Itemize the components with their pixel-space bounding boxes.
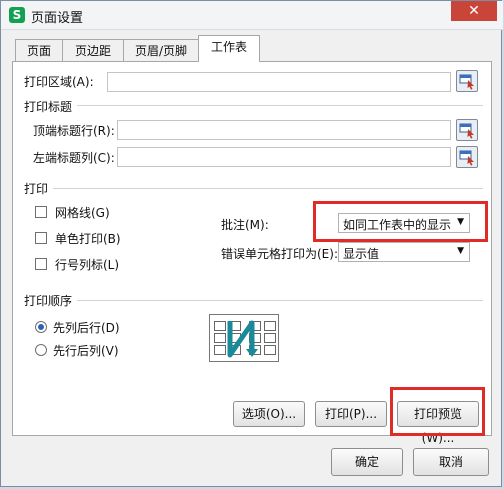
- page-order-divider: [77, 300, 483, 301]
- tab-page[interactable]: 页面: [15, 39, 63, 61]
- print-section-divider: [53, 188, 483, 189]
- ok-button[interactable]: 确定: [331, 448, 403, 476]
- sheet-tab-panel: 打印区域(A): 打印标题 顶端标题行(R): 左端标题列(C): 打印 网格线…: [12, 61, 492, 445]
- print-area-input[interactable]: [107, 72, 451, 92]
- down-then-over-radio[interactable]: [35, 321, 47, 333]
- print-area-label: 打印区域(A):: [24, 75, 94, 89]
- tab-margins[interactable]: 页边距: [62, 39, 124, 61]
- monochrome-checkbox[interactable]: [35, 232, 47, 244]
- left-col-label: 左端标题列(C):: [33, 151, 115, 165]
- top-row-label: 顶端标题行(R):: [33, 124, 115, 138]
- cancel-button[interactable]: 取消: [413, 448, 489, 476]
- chevron-down-icon: ▼: [457, 217, 464, 227]
- print-button[interactable]: 打印(P)...: [315, 401, 387, 427]
- errors-label: 错误单元格打印为(E):: [221, 247, 338, 261]
- top-row-input[interactable]: [117, 120, 451, 140]
- close-button[interactable]: ✕: [451, 1, 497, 21]
- errors-select-value: 显示值: [343, 247, 380, 261]
- page-order-preview: [209, 314, 279, 362]
- over-then-down-radio[interactable]: [35, 344, 47, 356]
- row-col-headings-checkbox[interactable]: [35, 258, 47, 270]
- app-icon: S: [9, 7, 25, 23]
- print-area-select-range-button[interactable]: [456, 70, 478, 92]
- range-select-icon: [459, 123, 474, 139]
- range-select-icon: [459, 150, 474, 166]
- down-then-over-label: 先列后行(D): [53, 321, 120, 335]
- errors-select[interactable]: 显示值 ▼: [338, 242, 470, 262]
- row-col-headings-label: 行号列标(L): [55, 258, 120, 272]
- left-col-select-range-button[interactable]: [456, 146, 478, 168]
- range-select-icon: [459, 74, 474, 90]
- comments-select[interactable]: 如同工作表中的显示 ▼: [338, 213, 470, 233]
- tab-sheet[interactable]: 工作表: [198, 35, 260, 62]
- close-icon: ✕: [468, 3, 480, 19]
- gridlines-label: 网格线(G): [55, 206, 110, 220]
- title-bar[interactable]: S 页面设置 ✕: [1, 1, 503, 30]
- print-preview-button[interactable]: 打印预览(W)...: [397, 401, 479, 445]
- page-order-section-label: 打印顺序: [24, 294, 73, 308]
- comments-label: 批注(M):: [221, 218, 269, 232]
- page-order-arrow-icon: [227, 320, 258, 358]
- left-col-input[interactable]: [117, 147, 451, 167]
- gridlines-checkbox[interactable]: [35, 206, 47, 218]
- tab-header-footer[interactable]: 页眉/页脚: [123, 39, 199, 61]
- comments-select-value: 如同工作表中的显示: [343, 218, 452, 232]
- print-section-label: 打印: [24, 182, 49, 196]
- top-row-select-range-button[interactable]: [456, 119, 478, 141]
- monochrome-label: 单色打印(B): [55, 232, 121, 246]
- print-titles-divider: [77, 105, 483, 106]
- print-titles-section-label: 打印标题: [24, 100, 73, 114]
- chevron-down-icon: ▼: [457, 246, 464, 256]
- dialog-title: 页面设置: [31, 11, 84, 26]
- over-then-down-label: 先行后列(V): [53, 344, 119, 358]
- page-setup-dialog: S 页面设置 ✕ 页面 页边距 页眉/页脚 工作表 打印区域(A): 打印标题 …: [0, 0, 503, 487]
- options-button[interactable]: 选项(O)...: [233, 401, 305, 427]
